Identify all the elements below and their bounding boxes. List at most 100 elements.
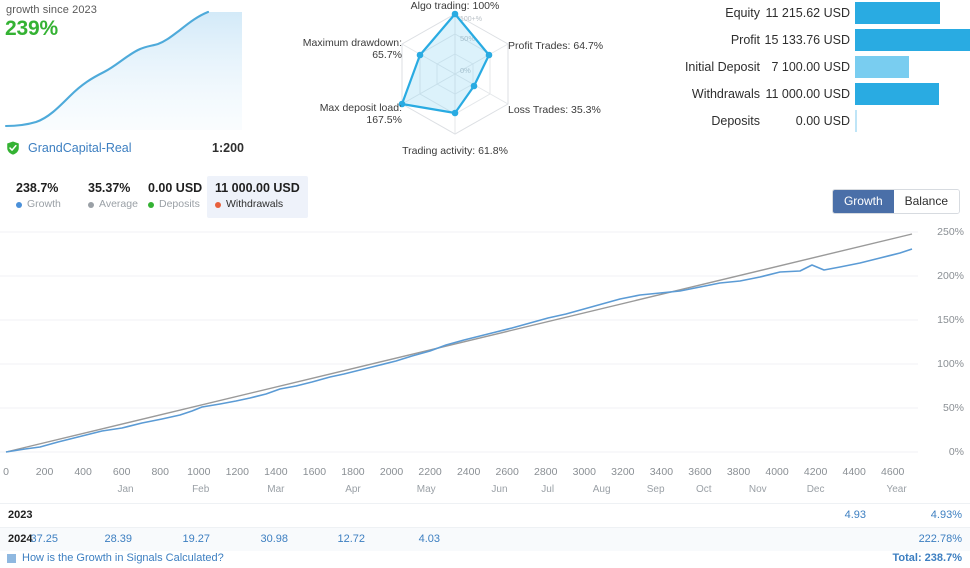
broker-row: GrandCapital-Real 1:200 — [6, 140, 250, 160]
stat-key: Withdrawals — [215, 198, 300, 210]
x-month-tick: Nov — [748, 484, 767, 495]
stat-value: 11 000.00 USD — [215, 181, 300, 195]
legend-dot-average — [88, 202, 94, 208]
radar-series-area — [400, 12, 491, 115]
x-month-tick: May — [416, 484, 436, 495]
account-bar-track — [855, 2, 970, 24]
x-tick: 0 — [3, 466, 9, 478]
table-row-year: 2023 — [8, 509, 33, 521]
table-row: 2024 37.25 28.39 19.27 30.98 12.72 4.03 … — [0, 527, 970, 551]
x-tick: 3800 — [726, 466, 751, 478]
chart-legend-stats: 238.7% Growth 35.37% Average 0.00 USD De… — [0, 176, 970, 222]
stat-withdrawals[interactable]: 11 000.00 USD Withdrawals — [207, 176, 308, 218]
radar-label-loss-trades: Loss Trades: 35.3% — [508, 104, 601, 116]
account-bar-label: Deposits — [711, 114, 760, 128]
account-bar-row: Deposits 0.00 USD — [640, 108, 970, 135]
table-cell: 4.03 — [418, 533, 440, 545]
x-tick: 400 — [74, 466, 92, 478]
x-month-tick: Year — [886, 484, 907, 495]
x-month-tick: Aug — [592, 484, 611, 495]
radar-label-algo-trading: Algo trading: 100% — [410, 0, 500, 12]
shield-check-icon — [7, 141, 19, 155]
radar-chart-panel: 100+% 50% 0% Algo trading: 100% Profit T… — [290, 0, 620, 170]
stat-value: 0.00 USD — [148, 181, 203, 195]
growth-sparkline-panel: growth since 2023 239% GrandCapital-Real — [0, 0, 250, 170]
stat-value: 35.37% — [88, 181, 131, 195]
table-footer: How is the Growth in Signals Calculated?… — [0, 551, 970, 568]
x-month-tick: Jun — [491, 484, 508, 495]
stat-deposits[interactable]: 0.00 USD Deposits — [140, 176, 210, 218]
stat-growth[interactable]: 238.7% Growth — [8, 176, 69, 218]
table-cell: 12.72 — [337, 533, 365, 545]
sparkline-chart — [4, 10, 242, 130]
table-cell: 19.27 — [182, 533, 210, 545]
x-month-tick: Sep — [646, 484, 665, 495]
svg-text:100+%: 100+% — [460, 16, 482, 23]
account-bar-label: Initial Deposit — [684, 60, 760, 74]
account-bar-row: Initial Deposit 7 100.00 USD — [640, 54, 970, 81]
stat-key: Growth — [16, 198, 61, 210]
x-month-tick: Jan — [117, 484, 134, 495]
y-tick: 200% — [937, 270, 964, 282]
growth-help-link[interactable]: How is the Growth in Signals Calculated? — [22, 552, 224, 564]
x-tick: 800 — [151, 466, 169, 478]
y-tick: 50% — [942, 402, 964, 414]
account-bar-value: 15 133.76 USD — [764, 33, 850, 47]
radar-label-maximum-drawdown: Maximum drawdown: 65.7% — [302, 37, 402, 61]
x-tick: 3000 — [572, 466, 596, 478]
x-tick: 1800 — [341, 466, 365, 478]
account-bar-fill — [855, 29, 970, 51]
signal-statistics-page: growth since 2023 239% GrandCapital-Real — [0, 0, 970, 568]
x-tick: 4200 — [803, 466, 828, 478]
account-bar-fill — [855, 110, 857, 132]
x-tick: 200 — [35, 466, 54, 478]
series-growth-line — [5, 248, 913, 453]
legend-dot-growth — [16, 202, 22, 208]
x-tick: 4400 — [842, 466, 866, 478]
growth-chart: 250% 200% 150% 100% 50% 0% — [0, 226, 970, 466]
account-bar-label: Profit — [730, 33, 760, 47]
y-tick: 0% — [948, 446, 964, 458]
account-bar-track — [855, 56, 970, 78]
account-bar-fill — [855, 2, 941, 24]
account-bar-track — [855, 110, 970, 132]
stat-value: 238.7% — [16, 181, 59, 195]
x-month-tick: Feb — [192, 484, 210, 495]
account-bar-row: Withdrawals 11 000.00 USD — [640, 81, 970, 108]
x-tick: 3600 — [688, 466, 712, 478]
account-bar-row: Equity 11 215.62 USD — [640, 0, 970, 27]
x-tick: 1000 — [187, 466, 211, 478]
x-tick: 2200 — [418, 466, 442, 478]
monthly-growth-table: 2023 4.93 4.93% 2024 37.25 28.39 19.27 3… — [0, 503, 970, 551]
toggle-growth[interactable]: Growth — [832, 190, 894, 213]
stat-key: Deposits — [148, 198, 202, 210]
toggle-balance[interactable]: Balance — [893, 190, 959, 213]
x-month-tick: Apr — [345, 484, 361, 495]
table-cell: 37.25 — [30, 533, 58, 545]
table-cell: 28.39 — [104, 533, 132, 545]
x-tick: 3200 — [611, 466, 635, 478]
top-summary-row: growth since 2023 239% GrandCapital-Real — [0, 0, 970, 170]
table-row-yearly: 4.93% — [930, 509, 962, 521]
x-axis: 0 200 400 600 800 1000 1200 1400 1600 1800 2000 220… — [0, 466, 970, 502]
broker-name[interactable]: GrandCapital-Real — [28, 141, 132, 155]
table-cell: 30.98 — [260, 533, 288, 545]
account-bar-value: 0.00 USD — [795, 114, 850, 128]
radar-label-profit-trades: Profit Trades: 64.7% — [508, 40, 604, 52]
y-axis-labels: 250% 200% 150% 100% 50% 0% — [922, 226, 970, 458]
account-bar-value: 7 100.00 USD — [771, 60, 850, 74]
legend-dot-deposits — [148, 202, 154, 208]
x-tick: 3400 — [649, 466, 674, 478]
y-tick: 100% — [937, 358, 964, 370]
radar-label-max-deposit-load: Max deposit load: 167.5% — [319, 102, 402, 126]
account-bar-fill — [855, 83, 939, 105]
x-tick: 2800 — [534, 466, 558, 478]
stat-average[interactable]: 35.37% Average — [80, 176, 146, 218]
account-bar-track — [855, 83, 970, 105]
table-row-year: 2024 — [8, 533, 33, 545]
x-tick: 2600 — [495, 466, 519, 478]
stat-key: Average — [88, 198, 138, 210]
account-bar-fill — [855, 56, 910, 78]
chart-mode-toggle[interactable]: Growth Balance — [831, 189, 960, 214]
growth-chart-plot[interactable] — [0, 228, 918, 456]
